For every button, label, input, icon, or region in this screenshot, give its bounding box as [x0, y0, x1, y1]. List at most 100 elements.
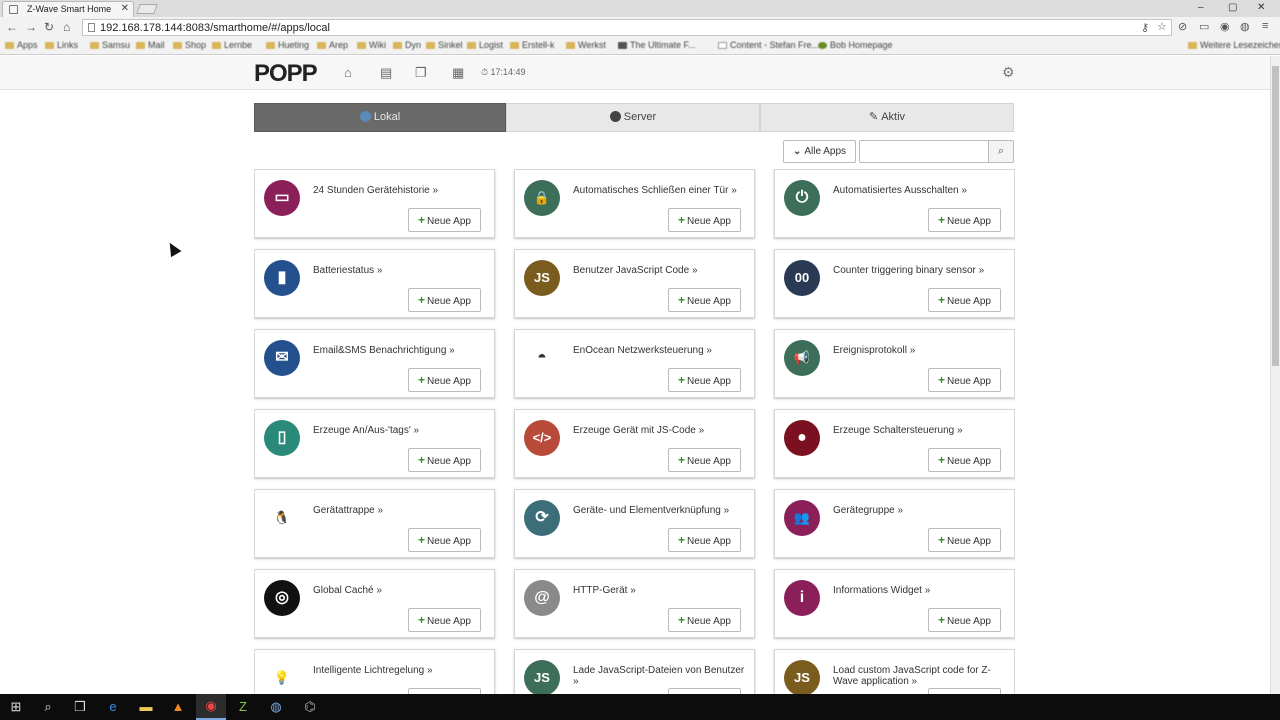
bookmark-item[interactable]: Erstell-k [510, 40, 555, 50]
bookmark-item[interactable]: Hueting [266, 40, 309, 50]
bookmark-item[interactable]: Content - Stefan Fre... [718, 40, 819, 50]
new-app-button[interactable]: +Neue App [408, 448, 481, 472]
menu-icon[interactable]: ≡ [1262, 20, 1268, 32]
tab-close-icon[interactable]: ✕ [121, 3, 129, 14]
app-name-link[interactable]: Erzeuge An/Aus-'tags' » [313, 425, 488, 436]
chrome-icon[interactable]: ◉ [196, 694, 226, 720]
cast-icon[interactable]: ▭ [1199, 20, 1209, 33]
app-name-link[interactable]: 24 Stunden Gerätehistorie » [313, 185, 488, 196]
bookmark-item[interactable]: Wiki [357, 40, 386, 50]
explorer-icon[interactable]: ▬ [138, 699, 154, 715]
new-app-button[interactable]: +Neue App [928, 368, 1001, 392]
start-icon[interactable]: ⊞ [8, 699, 24, 715]
app-name-link[interactable]: Geräte- und Elementverknüpfung » [573, 505, 748, 516]
new-app-button[interactable]: +Neue App [928, 528, 1001, 552]
app-name-link[interactable]: Counter triggering binary sensor » [833, 265, 1008, 276]
extension-icon[interactable]: ⊘ [1178, 20, 1187, 33]
battery-icon[interactable]: ▮ [264, 260, 300, 296]
new-app-button[interactable]: +Neue App [668, 368, 741, 392]
maximize-button[interactable]: ▢ [1228, 2, 1237, 13]
bulb-icon[interactable]: 💡 [264, 660, 300, 694]
info-icon[interactable]: i [784, 580, 820, 616]
enocean-icon[interactable]: ◓ [524, 340, 560, 376]
app-name-link[interactable]: Batteriestatus » [313, 265, 488, 276]
globalcache-icon[interactable]: ◎ [264, 580, 300, 616]
app-name-link[interactable]: Global Caché » [313, 585, 488, 596]
tab-server[interactable]: Server [506, 103, 760, 132]
home-nav-icon[interactable]: ⌂ [344, 65, 352, 80]
new-app-button[interactable]: +Neue App [408, 528, 481, 552]
app-z-icon[interactable]: Z [235, 699, 251, 715]
new-app-button[interactable]: +Neue App [928, 448, 1001, 472]
app-name-link[interactable]: Informations Widget » [833, 585, 1008, 596]
edge-icon[interactable]: e [105, 699, 121, 715]
app-name-link[interactable]: Gerätegruppe » [833, 505, 1008, 516]
extension2-icon[interactable]: ◍ [1240, 20, 1250, 33]
power-icon[interactable]: ⏻ [784, 180, 820, 216]
search-input[interactable] [859, 140, 989, 163]
search-button[interactable]: ⌕ [988, 140, 1014, 163]
new-app-button[interactable]: +Neue App [408, 208, 481, 232]
bookmark-item[interactable]: Lernbe [212, 40, 252, 50]
app-icon-2[interactable]: ⌬ [302, 699, 318, 715]
app-name-link[interactable]: Erzeuge Schaltersteuerung » [833, 425, 1008, 436]
app-name-link[interactable]: Lade JavaScript-Dateien von Benutzer » [573, 665, 748, 687]
new-app-button[interactable]: +Neue App [668, 208, 741, 232]
toggle-icon[interactable]: ● [784, 420, 820, 456]
new-app-button[interactable]: +Neue App [668, 528, 741, 552]
reload-icon[interactable]: ↻ [44, 20, 54, 34]
gear-icon[interactable]: ⚙ [1002, 64, 1015, 81]
bookmark-item[interactable]: Logist [467, 40, 503, 50]
new-app-button[interactable]: +Neue App [408, 608, 481, 632]
bookmark-item[interactable]: Bob Homepage [818, 40, 893, 50]
search-taskbar-icon[interactable]: ⌕ [40, 699, 56, 715]
vlc-icon[interactable]: ▲ [170, 699, 186, 715]
events-nav-icon[interactable]: ▦ [452, 65, 464, 81]
tab-aktiv[interactable]: ✎ Aktiv [760, 103, 1014, 132]
popp-logo[interactable]: POPP [254, 60, 318, 88]
new-app-button[interactable]: +Neue App [668, 608, 741, 632]
chrome-extension-icon[interactable]: ◉ [1220, 20, 1230, 33]
app-name-link[interactable]: Erzeuge Gerät mit JS-Code » [573, 425, 748, 436]
bookmark-item[interactable]: Links [45, 40, 78, 50]
js-icon[interactable]: JS [524, 260, 560, 296]
app-name-link[interactable]: Automatisiertes Ausschalten » [833, 185, 1008, 196]
penguin-icon[interactable]: 🐧 [264, 500, 300, 536]
app-name-link[interactable]: Ereignisprotokoll » [833, 345, 1008, 356]
new-app-button[interactable]: +Neue App [928, 288, 1001, 312]
bookmark-item[interactable]: Werkst [566, 40, 606, 50]
filter-dropdown[interactable]: ⌄ Alle Apps [783, 140, 856, 163]
new-app-button[interactable]: +Neue App [668, 448, 741, 472]
new-tab-button[interactable] [136, 4, 158, 14]
new-app-button[interactable]: +Neue App [668, 288, 741, 312]
home-icon[interactable]: ⌂ [63, 20, 70, 34]
scrollbar-thumb[interactable] [1272, 66, 1279, 366]
app-name-link[interactable]: Gerätattrappe » [313, 505, 488, 516]
tab-lokal[interactable]: Lokal [254, 103, 506, 132]
page-scrollbar[interactable] [1270, 56, 1280, 694]
switch-icon[interactable]: ▯ [264, 420, 300, 456]
new-app-button[interactable]: +Neue App [408, 288, 481, 312]
bookmark-item[interactable]: Apps [5, 40, 38, 50]
bookmark-item[interactable]: Samsu [90, 40, 130, 50]
at-icon[interactable]: @ [524, 580, 560, 616]
mail-icon[interactable]: ✉ [264, 340, 300, 376]
bookmark-item[interactable]: The Ultimate F... [618, 40, 696, 50]
app-name-link[interactable]: Email&SMS Benachrichtigung » [313, 345, 488, 356]
bookmark-item[interactable]: Shop [173, 40, 206, 50]
address-bar[interactable]: 192.168.178.144:8083/smarthome/#/apps/lo… [82, 19, 1172, 36]
chart-icon[interactable]: ▭ [264, 180, 300, 216]
other-bookmarks[interactable]: Weitere Lesezeichen [1188, 40, 1280, 50]
app-name-link[interactable]: EnOcean Netzwerksteuerung » [573, 345, 748, 356]
bookmark-item[interactable]: Mail [136, 40, 165, 50]
app-icon[interactable]: ◍ [268, 699, 284, 715]
megaphone-icon[interactable]: 📢 [784, 340, 820, 376]
rooms-nav-icon[interactable]: ❐ [415, 65, 427, 81]
app-name-link[interactable]: Intelligente Lichtregelung » [313, 665, 488, 676]
app-name-link[interactable]: HTTP-Gerät » [573, 585, 748, 596]
js-icon[interactable]: JS [784, 660, 820, 694]
close-window-button[interactable]: ✕ [1257, 2, 1265, 13]
bookmark-star-icon[interactable]: ☆ [1157, 20, 1167, 33]
group-icon[interactable]: 👥 [784, 500, 820, 536]
key-icon[interactable]: ⚷ [1141, 21, 1149, 34]
